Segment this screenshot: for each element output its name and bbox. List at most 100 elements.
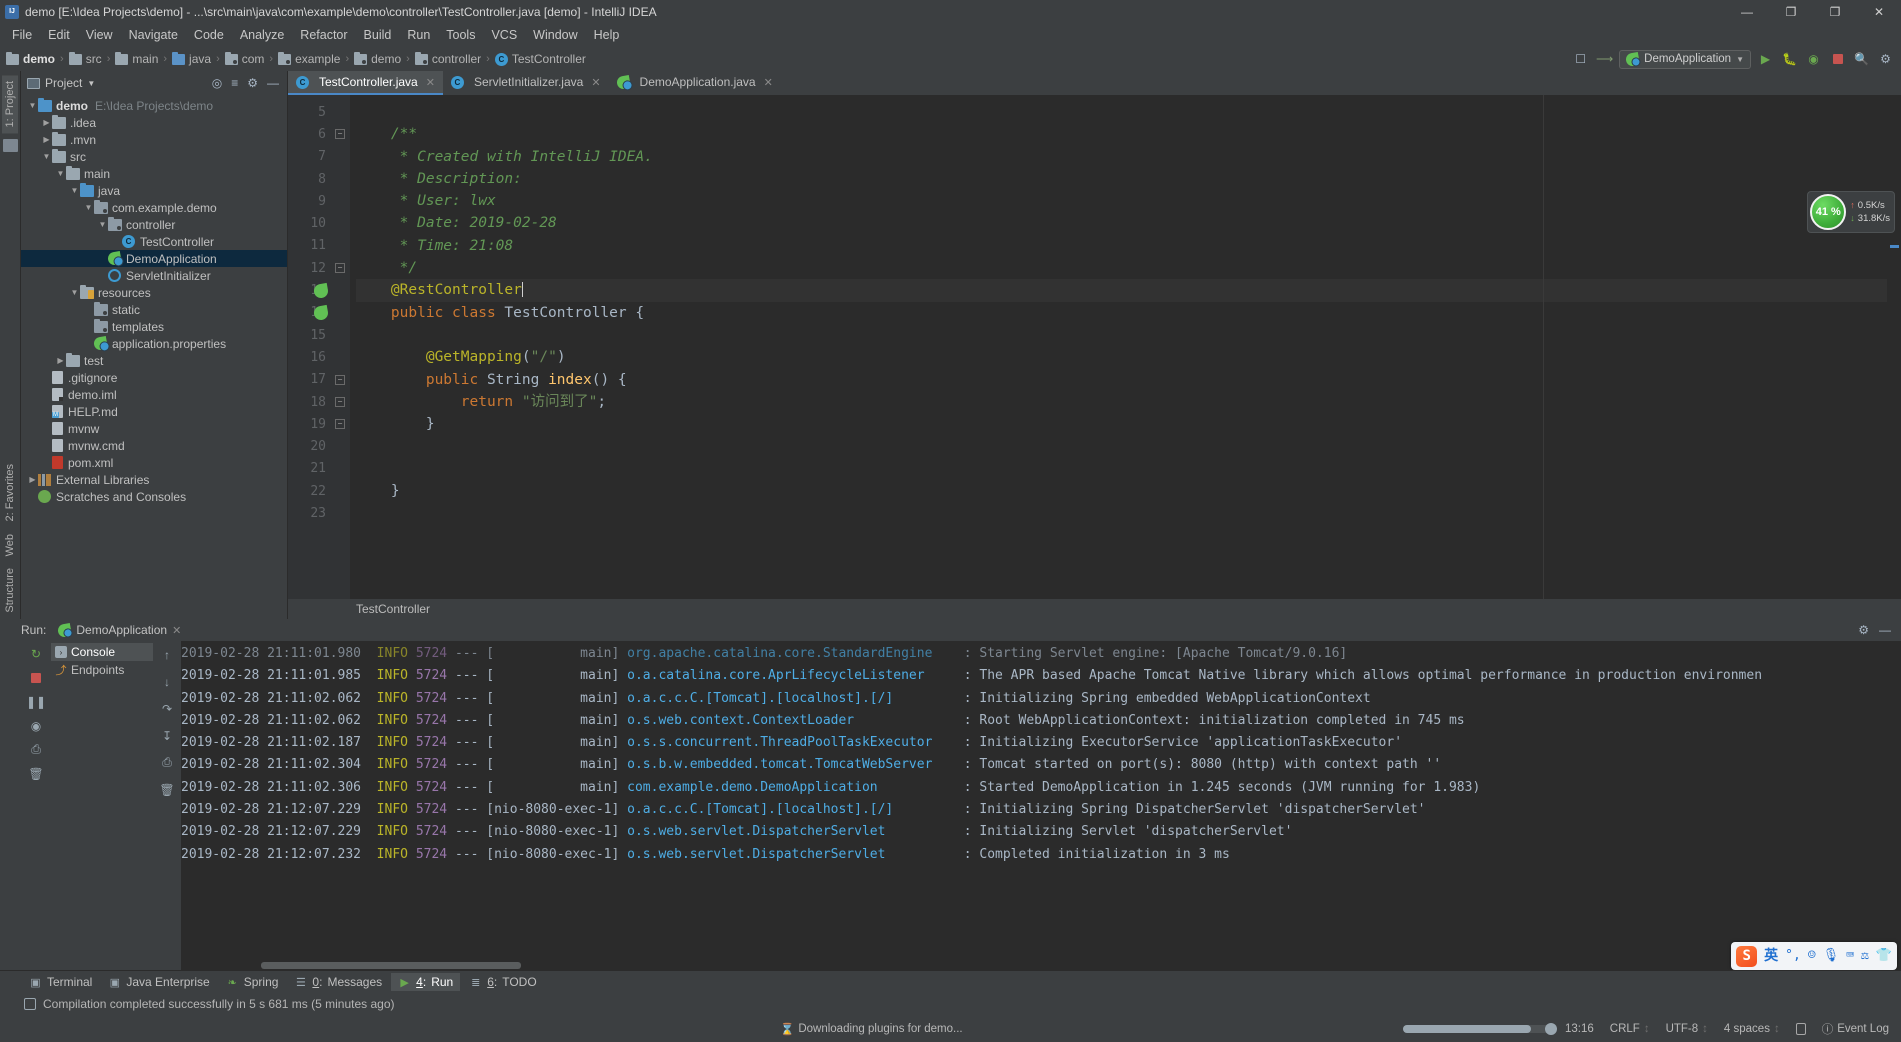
code-line-11[interactable]: * Time: 21:08 bbox=[356, 235, 1887, 257]
editor-breadcrumb[interactable]: TestController bbox=[288, 599, 1901, 619]
hide-panel-icon[interactable]: — bbox=[1877, 623, 1893, 637]
settings-gear-icon[interactable]: ⚙ bbox=[245, 76, 260, 90]
code-line-15[interactable] bbox=[356, 324, 1887, 346]
collapse-all-icon[interactable]: ≡ bbox=[229, 76, 240, 90]
tree-item-help-md[interactable]: HELP.md bbox=[21, 403, 287, 420]
editor-gutter[interactable]: 56−789101112−1314151617−18−19−20212223 bbox=[288, 95, 350, 599]
background-task-status[interactable]: ⌛ Downloading plugins for demo... bbox=[776, 1022, 967, 1036]
hammer-build-icon[interactable]: ⟶ bbox=[1595, 50, 1614, 69]
menu-item-vcs[interactable]: VCS bbox=[483, 25, 525, 45]
toolwindow-button-run[interactable]: ▶ 4: Run bbox=[391, 973, 461, 991]
line-separator[interactable]: CRLF ↕ bbox=[1606, 1023, 1654, 1035]
fold-toggle-icon[interactable]: − bbox=[335, 397, 345, 407]
ime-voice-icon[interactable]: 🎙 bbox=[1823, 945, 1840, 967]
gutter-line-20[interactable]: 20 bbox=[288, 435, 350, 457]
tree-item-servletinitializer[interactable]: ServletInitializer bbox=[21, 267, 287, 284]
gutter-line-16[interactable]: 16 bbox=[288, 346, 350, 368]
cpu-network-widget[interactable]: 41 % ↑ 0.5K/s ↓ 31.8K/s bbox=[1807, 191, 1895, 233]
stop-process-button[interactable] bbox=[28, 669, 45, 686]
indent-setting[interactable]: 4 spaces ↕ bbox=[1720, 1023, 1784, 1035]
code-line-21[interactable] bbox=[356, 458, 1887, 480]
tree-item-controller[interactable]: ▼ controller bbox=[21, 216, 287, 233]
toolwindow-button-spring[interactable]: ❧ Spring bbox=[219, 973, 286, 991]
breadcrumb-item-controller[interactable]: controller bbox=[413, 51, 483, 66]
ime-skin-icon[interactable]: 👕 bbox=[1876, 945, 1892, 967]
toolwindow-button-terminal[interactable]: ▣ Terminal bbox=[22, 973, 99, 991]
tree-item-src[interactable]: ▼ src bbox=[21, 148, 287, 165]
editor-tab-servletinitializer-java[interactable]: C ServletInitializer.java ✕ bbox=[443, 71, 609, 95]
code-line-19[interactable]: } bbox=[356, 413, 1887, 435]
tree-item-demo-iml[interactable]: demo.iml bbox=[21, 386, 287, 403]
breadcrumb-item-example[interactable]: example bbox=[276, 51, 342, 66]
chevron-right-icon[interactable]: ▶ bbox=[41, 118, 52, 127]
scrollbar-thumb[interactable] bbox=[261, 962, 521, 969]
scroll-down-icon[interactable]: ↓ bbox=[159, 673, 176, 690]
sogou-ime-logo-icon[interactable]: S bbox=[1736, 945, 1758, 967]
menu-item-run[interactable]: Run bbox=[399, 25, 438, 45]
restore-layout-icon[interactable]: ☐ bbox=[1571, 50, 1590, 69]
fold-toggle-icon[interactable]: − bbox=[335, 419, 345, 430]
editor-scrollbar-markers[interactable] bbox=[1887, 95, 1901, 599]
tree-item-application-properties[interactable]: application.properties bbox=[21, 335, 287, 352]
run-with-coverage-button[interactable]: ◉ bbox=[1804, 50, 1823, 69]
code-line-7[interactable]: * Created with IntelliJ IDEA. bbox=[356, 146, 1887, 168]
minimize-button[interactable]: — bbox=[1725, 0, 1769, 23]
ime-punctuation-icon[interactable]: °, bbox=[1785, 945, 1801, 967]
code-line-6[interactable]: /** bbox=[356, 123, 1887, 145]
menu-item-view[interactable]: View bbox=[78, 25, 121, 45]
menu-item-code[interactable]: Code bbox=[186, 25, 232, 45]
run-subtab-console[interactable]: › Console bbox=[51, 643, 153, 661]
tree-item-demoapplication[interactable]: DemoApplication bbox=[21, 250, 287, 267]
tree-item-templates[interactable]: templates bbox=[21, 318, 287, 335]
gutter-line-14[interactable]: 14 bbox=[288, 302, 350, 324]
breadcrumb-item-java[interactable]: java bbox=[170, 51, 213, 66]
event-log-button[interactable]: ⓘ Event Log bbox=[1818, 1021, 1893, 1037]
tree-item-mvnw-cmd[interactable]: mvnw.cmd bbox=[21, 437, 287, 454]
hide-panel-icon[interactable]: — bbox=[265, 76, 281, 90]
sidebar-item-favorites[interactable]: 2: Favorites bbox=[2, 458, 18, 527]
debug-button[interactable]: 🐛 bbox=[1780, 50, 1799, 69]
tree-item-test[interactable]: ▶ test bbox=[21, 352, 287, 369]
breadcrumb-item-demo[interactable]: demo bbox=[352, 51, 403, 66]
write-mode-icon[interactable] bbox=[1792, 1022, 1810, 1035]
fold-toggle-icon[interactable]: − bbox=[335, 263, 345, 274]
maximize-button[interactable]: ❐ bbox=[1769, 0, 1813, 23]
camera-icon[interactable]: ◉ bbox=[28, 717, 45, 734]
restore-button[interactable]: ❐ bbox=[1813, 0, 1857, 23]
ime-toolbar[interactable]: S 英 °, ☺ 🎙 ⌨ ⚖ 👕 bbox=[1731, 942, 1897, 970]
breadcrumb-item-com[interactable]: com bbox=[223, 51, 267, 66]
gutter-line-11[interactable]: 11 bbox=[288, 235, 350, 257]
gutter-line-12[interactable]: 12− bbox=[288, 257, 350, 279]
tree-item--idea[interactable]: ▶ .idea bbox=[21, 114, 287, 131]
tree-item-testcontroller[interactable]: C TestController bbox=[21, 233, 287, 250]
tree-item-com-example-demo[interactable]: ▼ com.example.demo bbox=[21, 199, 287, 216]
toolwindow-button-java-enterprise[interactable]: ▣ Java Enterprise bbox=[101, 973, 216, 991]
code-line-18[interactable]: return "访问到了"; bbox=[356, 391, 1887, 413]
code-line-5[interactable] bbox=[356, 101, 1887, 123]
run-config-tab[interactable]: DemoApplication ✕ bbox=[52, 621, 187, 639]
gutter-line-18[interactable]: 18− bbox=[288, 391, 350, 413]
chevron-right-icon[interactable]: ▶ bbox=[27, 475, 38, 484]
ime-screenshot-icon[interactable]: ⚖ bbox=[1861, 945, 1869, 967]
sidebar-item-web[interactable]: Web bbox=[2, 528, 18, 562]
delete-icon[interactable]: 🗑 bbox=[28, 765, 45, 782]
code-line-9[interactable]: * User: lwx bbox=[356, 190, 1887, 212]
code-line-20[interactable] bbox=[356, 435, 1887, 457]
console-output[interactable]: 2019-02-28 21:11:01.980 INFO 5724 --- [ … bbox=[181, 641, 1901, 970]
chevron-down-icon[interactable]: ▼ bbox=[87, 79, 95, 88]
file-encoding[interactable]: UTF-8 ↕ bbox=[1662, 1023, 1712, 1035]
project-tree[interactable]: ▼ demo E:\Idea Projects\demo ▶ .idea ▶ .mvn ▼ sr… bbox=[21, 95, 287, 619]
soft-wrap-icon[interactable]: ↷ bbox=[159, 700, 176, 717]
tree-item-demo[interactable]: ▼ demo E:\Idea Projects\demo bbox=[21, 97, 287, 114]
pause-output-button[interactable]: ❚❚ bbox=[26, 693, 46, 710]
code-line-23[interactable] bbox=[356, 502, 1887, 524]
close-icon[interactable]: ✕ bbox=[172, 624, 181, 637]
gutter-line-17[interactable]: 17− bbox=[288, 369, 350, 391]
menu-item-edit[interactable]: Edit bbox=[40, 25, 78, 45]
code-line-14[interactable]: public class TestController { bbox=[356, 302, 1887, 324]
gutter-line-22[interactable]: 22 bbox=[288, 480, 350, 502]
chevron-right-icon[interactable]: ▶ bbox=[41, 135, 52, 144]
scroll-up-icon[interactable]: ↑ bbox=[159, 646, 176, 663]
chevron-down-icon[interactable]: ▼ bbox=[69, 288, 80, 297]
stop-button[interactable] bbox=[1828, 50, 1847, 69]
